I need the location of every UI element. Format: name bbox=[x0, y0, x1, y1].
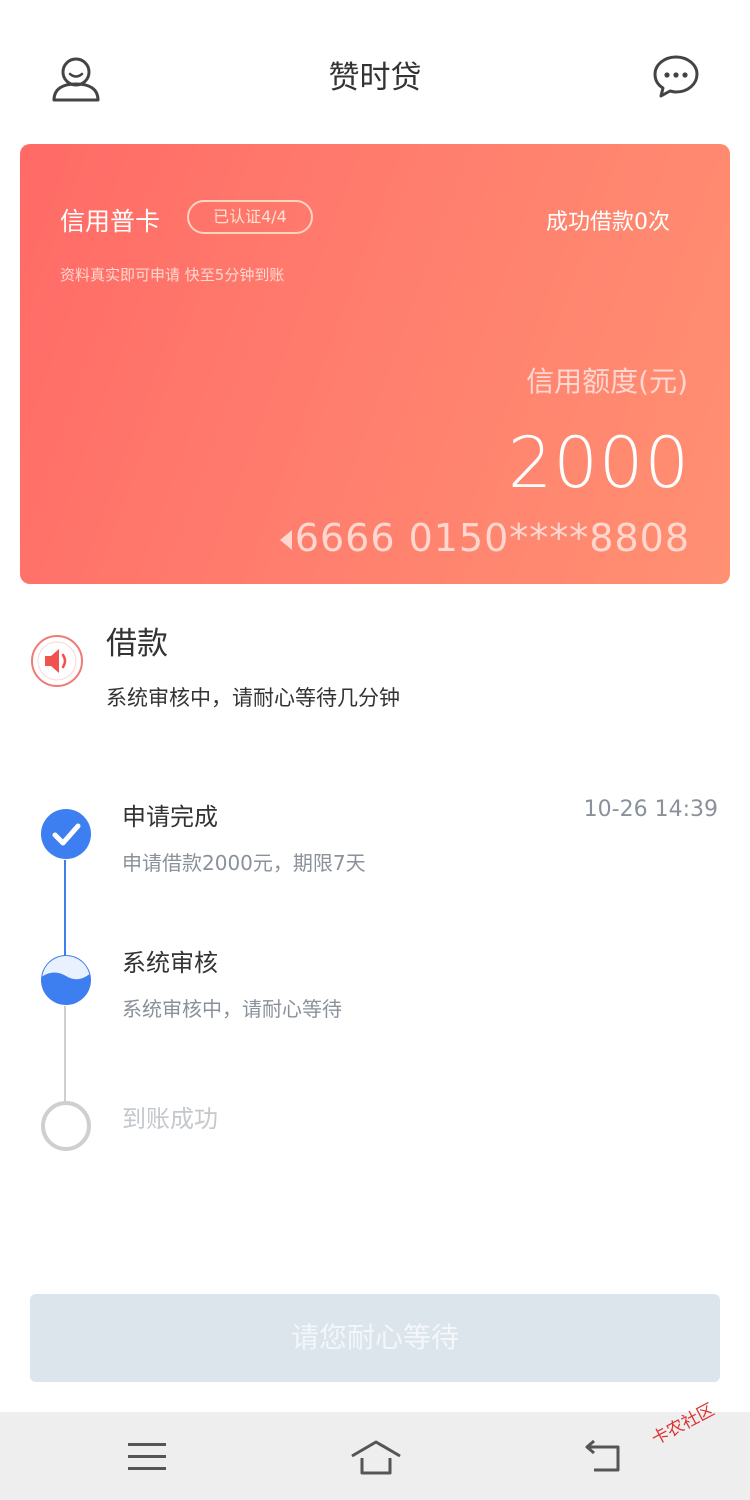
step-title: 系统审核 bbox=[122, 949, 218, 977]
notice-desc: 系统审核中，请耐心等待几分钟 bbox=[106, 686, 400, 710]
notice-title: 借款 bbox=[106, 626, 168, 662]
card-number: 6666 0150****8808 bbox=[294, 516, 690, 560]
menu-icon[interactable] bbox=[128, 1440, 166, 1472]
step-time: 10-26 14:39 bbox=[583, 797, 718, 822]
app-header: 赞时贷 bbox=[0, 0, 750, 150]
wait-button[interactable]: 请您耐心等待 bbox=[30, 1294, 720, 1382]
timeline-line-pending bbox=[64, 1006, 66, 1104]
triangle-left-icon bbox=[280, 530, 292, 550]
step-title: 到账成功 bbox=[122, 1105, 218, 1133]
credit-card[interactable]: 信用普卡 已认证4/4 成功借款0次 资料真实即可申请 快至5分钟到账 信用额度… bbox=[20, 144, 730, 584]
page-title: 赞时贷 bbox=[328, 60, 422, 96]
progress-wave-icon bbox=[41, 955, 91, 1005]
step-title: 申请完成 bbox=[122, 803, 218, 831]
check-circle-icon bbox=[41, 809, 91, 859]
step-desc: 系统审核中，请耐心等待 bbox=[122, 997, 342, 1021]
speaker-icon bbox=[31, 635, 83, 687]
pending-circle-icon bbox=[41, 1101, 91, 1151]
verified-badge: 已认证4/4 bbox=[187, 200, 313, 234]
home-icon[interactable] bbox=[350, 1440, 402, 1476]
credit-amount: 2000 bbox=[507, 422, 690, 504]
success-count: 成功借款0次 bbox=[546, 210, 670, 235]
card-tip: 资料真实即可申请 快至5分钟到账 bbox=[60, 266, 285, 284]
step-desc: 申请借款2000元，期限7天 bbox=[122, 851, 366, 875]
card-name: 信用普卡 bbox=[60, 207, 161, 236]
chat-icon[interactable] bbox=[652, 54, 700, 98]
back-icon[interactable] bbox=[584, 1440, 624, 1474]
timeline-line-done bbox=[64, 860, 66, 958]
credit-limit-label: 信用额度(元) bbox=[526, 365, 688, 398]
